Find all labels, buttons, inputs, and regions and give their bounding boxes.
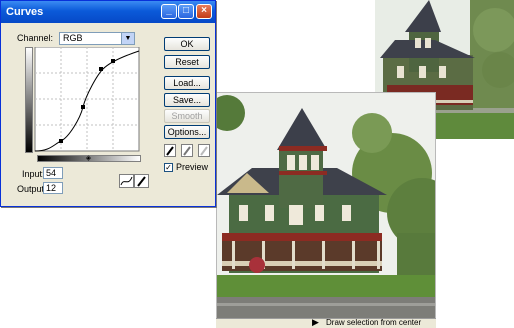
- gray-eyedropper-icon[interactable]: [181, 144, 193, 157]
- close-icon[interactable]: ×: [196, 4, 212, 19]
- curve-point: [111, 59, 115, 63]
- curve-point: [99, 67, 103, 71]
- curves-dialog: Curves _ □ × Channel: RGB ▼ ◈ Input: 54 …: [0, 0, 216, 207]
- chevron-down-icon[interactable]: ▼: [121, 33, 134, 44]
- titlebar: Curves _ □ ×: [1, 1, 215, 23]
- pencil-mode-icon[interactable]: [134, 174, 149, 188]
- channel-select[interactable]: RGB ▼: [59, 32, 135, 45]
- curve-point: [59, 139, 63, 143]
- ok-button[interactable]: OK: [164, 37, 210, 51]
- preview-label: Preview: [176, 162, 209, 172]
- input-field[interactable]: 54: [43, 167, 63, 179]
- load-button[interactable]: Load...: [164, 76, 210, 90]
- curve-graph[interactable]: [25, 47, 141, 163]
- channel-value: RGB: [63, 33, 83, 43]
- gradient-toggle-icon[interactable]: ◈: [84, 155, 93, 162]
- channel-label: Channel:: [17, 33, 54, 43]
- curve-mode-icon[interactable]: [119, 174, 134, 188]
- options-button[interactable]: Options...: [164, 125, 210, 139]
- curve-point: [81, 105, 85, 109]
- smooth-button[interactable]: Smooth: [164, 109, 210, 123]
- minimize-icon[interactable]: _: [161, 4, 177, 19]
- reset-button[interactable]: Reset: [164, 55, 210, 69]
- white-eyedropper-icon[interactable]: [198, 144, 210, 157]
- save-button[interactable]: Save...: [164, 93, 210, 107]
- house-photo-front: [216, 92, 436, 320]
- preview-checkbox[interactable]: ✓: [164, 163, 173, 172]
- black-eyedropper-icon[interactable]: [164, 144, 176, 157]
- pointer-icon: ▶: [312, 317, 319, 327]
- output-field[interactable]: 12: [43, 182, 63, 194]
- maximize-icon[interactable]: □: [178, 4, 194, 19]
- input-label: Input:: [22, 169, 45, 179]
- dialog-title: Curves: [6, 6, 44, 18]
